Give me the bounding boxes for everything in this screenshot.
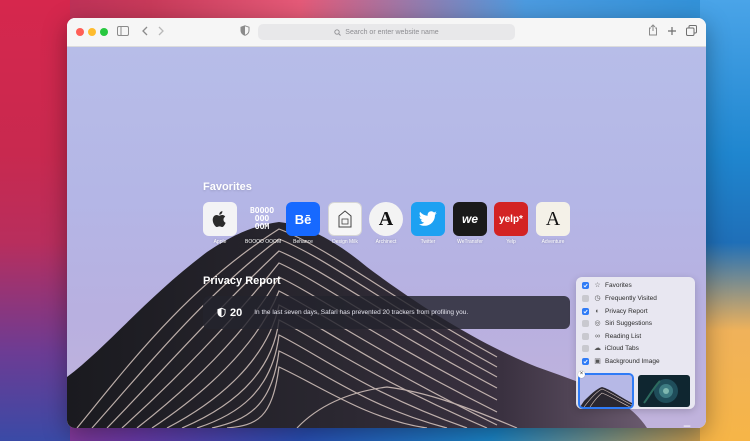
option-label: Reading List	[605, 332, 642, 340]
photo-icon: ▣	[594, 358, 601, 365]
favorites-title: Favorites	[203, 181, 252, 193]
option-label: Siri Suggestions	[605, 319, 652, 327]
favorite-apple[interactable]: Apple	[203, 202, 237, 245]
option-label: Frequently Visited	[605, 294, 657, 302]
privacy-shield-icon[interactable]	[237, 24, 253, 40]
favorite-twitter[interactable]: Twitter	[411, 202, 445, 245]
option-label: Background Image	[605, 357, 660, 365]
favorite-label: Behance	[293, 239, 313, 245]
background-thumbnail-plant[interactable]	[638, 375, 690, 407]
favorite-behance[interactable]: Bē Behance	[286, 202, 320, 245]
option-icloud-tabs[interactable]: ☁ iCloud Tabs	[582, 343, 639, 353]
new-tab-icon[interactable]	[664, 24, 680, 40]
yelp-logo-icon: yelp*	[494, 202, 528, 236]
address-bar[interactable]: Search or enter website name	[258, 24, 515, 40]
checkbox-unchecked[interactable]	[582, 332, 589, 340]
wetransfer-logo-icon: we	[453, 202, 487, 236]
address-placeholder: Search or enter website name	[345, 28, 439, 36]
booooooom-logo-icon: BOOOO OOO OOM	[249, 206, 275, 231]
privacy-message: In the last seven days, Safari has preve…	[254, 309, 469, 316]
option-favorites[interactable]: ☆ Favorites	[582, 280, 632, 290]
favorite-archinect[interactable]: A Archinect	[369, 202, 403, 245]
star-icon: ☆	[594, 282, 601, 289]
tracker-count: 20	[230, 306, 243, 319]
favorite-label: Apple	[213, 239, 227, 245]
behance-logo-icon: Bē	[286, 202, 320, 236]
favorite-label: Adventure	[541, 239, 565, 245]
toolbar: Search or enter website name	[67, 18, 706, 47]
shield-icon: ◐	[595, 307, 600, 315]
option-reading-list[interactable]: ∞ Reading List	[582, 331, 641, 341]
customize-start-page-panel: ☆ Favorites ◷ Frequently Visited ◐ Priva…	[576, 277, 695, 409]
favorite-label: Archinect	[375, 239, 397, 245]
cloud-icon: ☁	[594, 345, 601, 352]
safari-window: Search or enter website name Favorites A…	[67, 18, 706, 428]
clock-icon: ◷	[594, 295, 601, 302]
archinect-logo-icon: A	[369, 202, 403, 236]
option-frequently-visited[interactable]: ◷ Frequently Visited	[582, 293, 657, 303]
adventure-logo-icon: A	[536, 202, 570, 236]
favorite-label: Twitter	[420, 239, 436, 245]
option-label: Favorites	[605, 281, 632, 289]
favorite-yelp[interactable]: yelp* Yelp	[494, 202, 528, 245]
favorite-label: WeTransfer	[457, 239, 483, 245]
option-siri-suggestions[interactable]: ◎ Siri Suggestions	[582, 318, 652, 328]
glasses-icon: ∞	[595, 332, 600, 340]
twitter-logo-icon	[411, 202, 445, 236]
search-icon	[334, 28, 342, 36]
privacy-report-card[interactable]: 20 In the last seven days, Safari has pr…	[203, 296, 570, 329]
customize-settings-icon[interactable]: ☰	[680, 424, 694, 428]
desktop-wallpaper-right	[700, 0, 750, 441]
checkbox-checked[interactable]	[582, 357, 589, 365]
option-label: Privacy Report	[605, 307, 648, 315]
option-privacy-report[interactable]: ◐ Privacy Report	[582, 306, 648, 316]
share-icon[interactable]	[645, 24, 661, 40]
desktop-wallpaper-left	[0, 0, 70, 441]
checkbox-unchecked[interactable]	[582, 294, 589, 302]
checkbox-unchecked[interactable]	[582, 344, 589, 352]
siri-icon: ◎	[594, 320, 601, 327]
favorite-design-milk[interactable]: Design Milk	[328, 202, 362, 245]
sidebar-toggle-icon[interactable]	[115, 24, 131, 40]
option-background-image[interactable]: ▣ Background Image	[582, 356, 660, 366]
favorite-booooooom[interactable]: BOOOO OOO OOM BOOOO OOOM	[245, 202, 282, 246]
favorite-adventure[interactable]: A Adventure	[536, 202, 570, 245]
privacy-report-title: Privacy Report	[203, 275, 281, 287]
tab-overview-icon[interactable]	[683, 24, 699, 40]
design-milk-logo-icon	[328, 202, 362, 236]
option-label: iCloud Tabs	[605, 344, 639, 352]
minimize-window-button[interactable]	[88, 28, 96, 36]
close-window-button[interactable]	[76, 28, 84, 36]
checkbox-checked[interactable]	[582, 281, 589, 289]
start-page: Favorites Apple BOOOO OOO OOM BOOOO OOOM B…	[67, 47, 706, 428]
privacy-shield-icon	[217, 307, 226, 318]
checkbox-unchecked[interactable]	[582, 319, 589, 327]
favorite-label: Design Milk	[332, 239, 358, 245]
background-thumbnail-building[interactable]	[578, 373, 634, 409]
apple-logo-icon	[203, 202, 237, 236]
forward-icon[interactable]	[153, 24, 169, 40]
checkbox-checked[interactable]	[582, 307, 589, 315]
favorite-label: Yelp	[506, 239, 516, 245]
zoom-window-button[interactable]	[100, 28, 108, 36]
favorite-wetransfer[interactable]: we WeTransfer	[453, 202, 487, 245]
favorite-label: BOOOO OOOM	[245, 239, 282, 245]
remove-background-icon[interactable]: ×	[578, 371, 585, 378]
back-icon[interactable]	[137, 24, 153, 40]
